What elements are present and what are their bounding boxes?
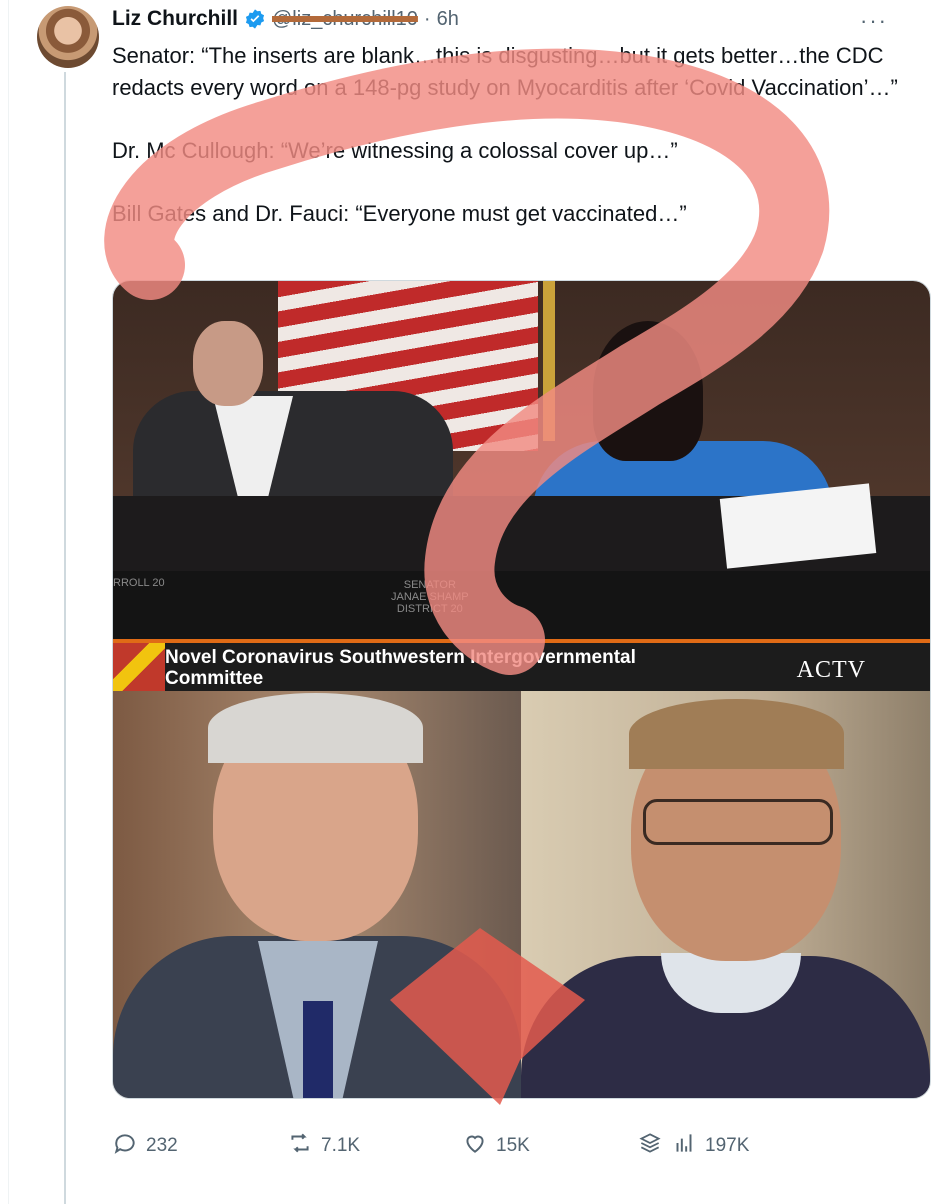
portrait-left: [113, 691, 521, 1098]
timestamp[interactable]: 6h: [437, 8, 459, 31]
avatar[interactable]: [37, 6, 99, 68]
hearing-video-still: RROLL 20 SENATOR JANAE SHAMP DISTRICT 20…: [113, 281, 930, 695]
tweet-text: Senator: “The inserts are blank…this is …: [112, 43, 898, 226]
action-bar: 232 7.1K 15K 197K: [112, 1130, 912, 1170]
repost-icon: [287, 1130, 313, 1162]
lower-third-line2: Committee: [165, 668, 264, 689]
portrait-right: [521, 691, 930, 1098]
nameplates: RROLL 20 SENATOR JANAE SHAMP DISTRICT 20: [113, 571, 930, 641]
nameplate-center-name: JANAE SHAMP: [391, 591, 469, 603]
lower-third-line1: Novel Coronavirus Southwestern Intergove…: [165, 647, 636, 668]
tweet-header: Liz Churchill @liz_churchill10 · 6h: [112, 4, 459, 34]
lower-third-title: Novel Coronavirus Southwestern Intergove…: [165, 647, 765, 689]
more-options-icon[interactable]: ···: [860, 8, 888, 34]
like-count: 15K: [496, 1135, 530, 1156]
thread-line: [64, 72, 66, 1204]
nameplate-center-district: DISTRICT 20: [396, 603, 463, 615]
layers-icon: [637, 1130, 663, 1162]
views-button[interactable]: 197K: [637, 1130, 749, 1162]
channel-logo: ACTV: [796, 657, 866, 683]
lower-third-banner: Novel Coronavirus Southwestern Intergove…: [113, 639, 930, 695]
arizona-flag-stripes: [113, 643, 165, 695]
reply-count: 232: [146, 1135, 178, 1156]
column-border: [8, 0, 9, 1204]
repost-button[interactable]: 7.1K: [287, 1130, 360, 1162]
separator-dot: ·: [423, 7, 431, 30]
author-name[interactable]: Liz Churchill: [112, 7, 238, 31]
tweet-media[interactable]: RROLL 20 SENATOR JANAE SHAMP DISTRICT 20…: [112, 280, 931, 1099]
portrait-collage: [113, 691, 930, 1098]
nameplate-left: RROLL 20: [113, 577, 165, 589]
nameplate-center-title: SENATOR: [403, 579, 456, 591]
nameplate-center: SENATOR JANAE SHAMP DISTRICT 20: [391, 579, 469, 615]
author-handle[interactable]: @liz_churchill10: [272, 8, 418, 31]
reply-button[interactable]: 232: [112, 1130, 178, 1162]
view-count: 197K: [705, 1135, 750, 1156]
verified-badge-icon: [244, 8, 266, 30]
bar-chart-icon: [671, 1130, 697, 1162]
like-button[interactable]: 15K: [462, 1130, 530, 1162]
repost-count: 7.1K: [321, 1135, 361, 1156]
heart-icon: [462, 1130, 488, 1162]
reply-icon: [112, 1130, 138, 1162]
